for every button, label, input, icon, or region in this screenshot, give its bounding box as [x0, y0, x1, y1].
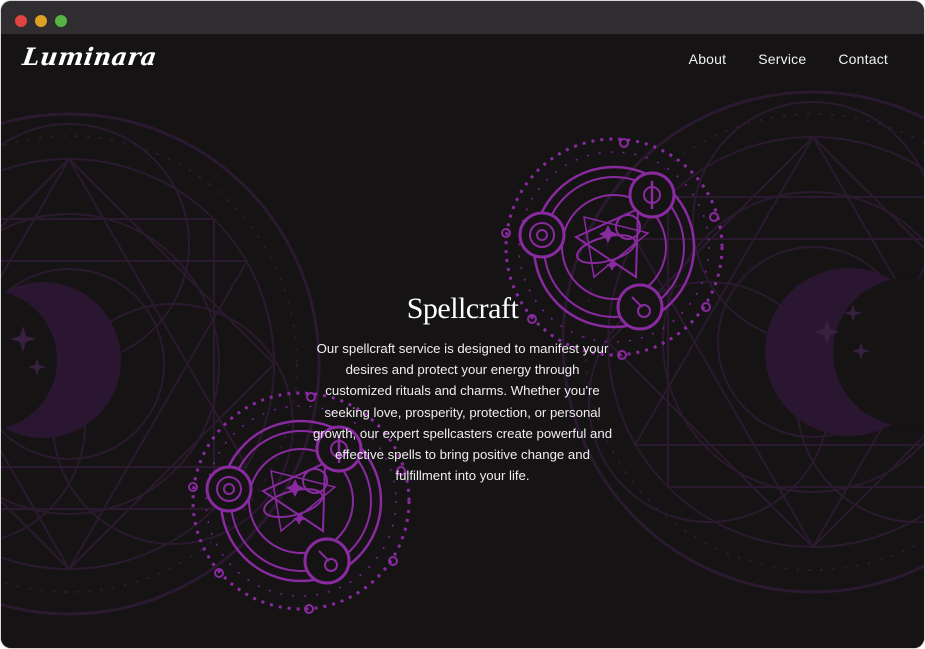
page-content: Luminara About Service Contact Spellcraf…: [1, 34, 924, 648]
nav-service-link[interactable]: Service: [758, 51, 806, 67]
minimize-window-icon[interactable]: [35, 15, 47, 27]
hero-title: Spellcraft: [406, 292, 519, 325]
nav-about-link[interactable]: About: [689, 51, 727, 67]
window-titlebar: [1, 1, 924, 34]
close-window-icon[interactable]: [15, 15, 27, 27]
nav-contact-link[interactable]: Contact: [838, 51, 888, 67]
maximize-window-icon[interactable]: [55, 15, 67, 27]
main-navigation: About Service Contact: [689, 51, 888, 67]
site-logo[interactable]: Luminara: [21, 42, 159, 71]
browser-window: Luminara About Service Contact Spellcraf…: [1, 1, 924, 648]
hero-description: Our spellcraft service is designed to ma…: [312, 341, 613, 484]
